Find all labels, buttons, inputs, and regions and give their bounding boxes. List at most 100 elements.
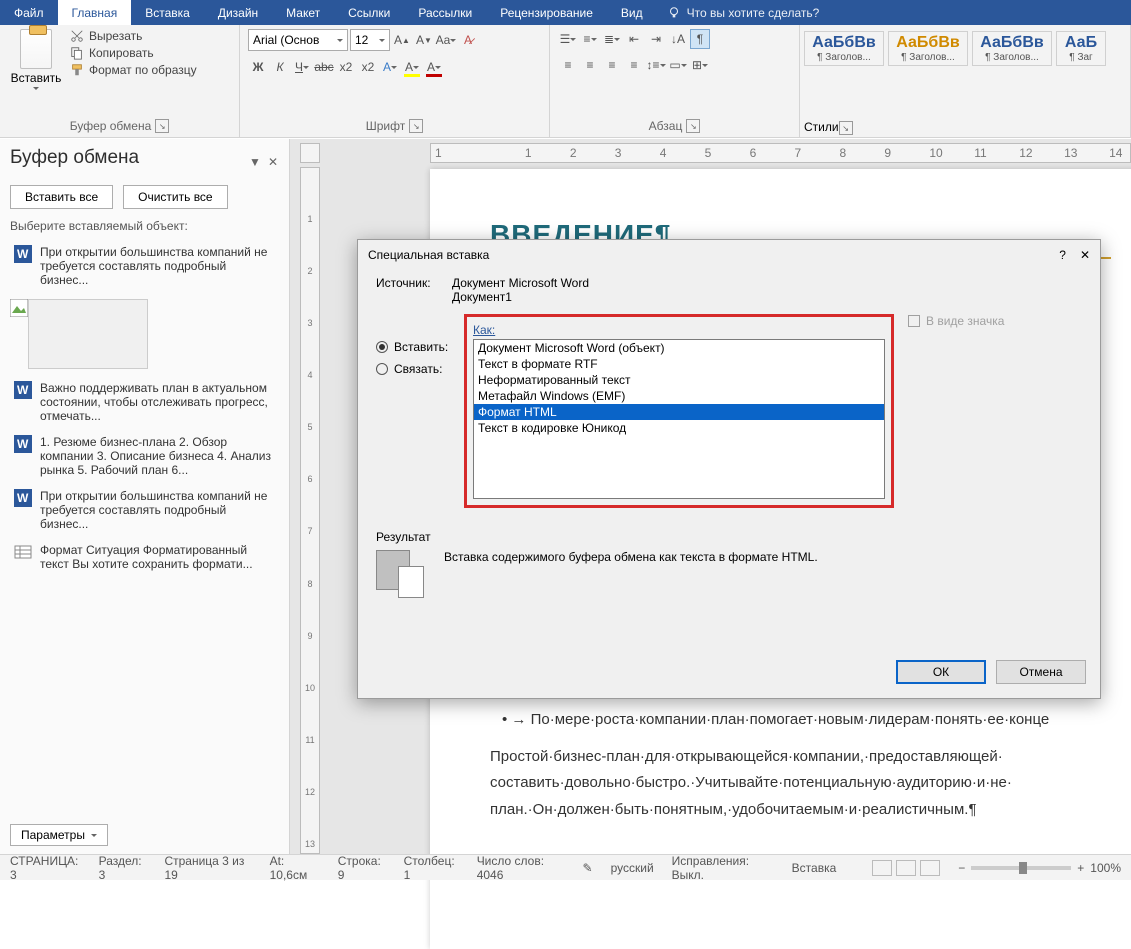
paste-radio[interactable]: Вставить: [376,340,456,354]
bold-button[interactable]: Ж [248,57,268,77]
clipboard-item[interactable]: W При открытии большинства компаний не т… [10,239,279,293]
borders-button[interactable]: ⊞ [690,55,710,75]
clipboard-item[interactable]: W 1. Резюме бизнес-плана 2. Обзор компан… [10,429,279,483]
italic-button[interactable]: К [270,57,290,77]
grow-font-button[interactable]: A▲ [392,30,412,50]
font-launcher[interactable]: ↘ [409,119,423,133]
zoom-level[interactable]: 100% [1090,861,1121,875]
status-insert[interactable]: Вставка [792,861,837,875]
sort-button[interactable]: ↓A [668,29,688,49]
multilevel-button[interactable]: ≣ [602,29,622,49]
tab-home[interactable]: Главная [58,0,132,25]
line-spacing-button[interactable]: ↕≡ [646,55,666,75]
paragraph-launcher[interactable]: ↘ [686,119,700,133]
styles-gallery[interactable]: АаБбВв¶ Заголов... АаБбВв¶ Заголов... Аа… [804,31,1126,66]
font-size-combo[interactable]: 12 [350,29,390,51]
cut-button[interactable]: Вырезать [70,29,197,43]
format-painter-button[interactable]: Формат по образцу [70,63,197,77]
print-layout-button[interactable] [896,860,916,876]
highlight-button[interactable]: A [402,57,422,77]
horizontal-ruler[interactable]: 11234567891011121314 [430,143,1131,163]
clipboard-item[interactable]: Формат Ситуация Форматированный текст Вы… [10,537,279,577]
ok-button[interactable]: ОК [896,660,986,684]
status-page[interactable]: СТРАНИЦА: 3 [10,854,81,882]
vertical-ruler[interactable]: 12345678910111213 [300,167,320,854]
taskpane-options-button[interactable]: Параметры [10,824,108,846]
format-option[interactable]: Текст в кодировке Юникод [474,420,884,436]
read-mode-button[interactable] [872,860,892,876]
zoom-out-button[interactable]: − [958,861,965,875]
subscript-button[interactable]: x2 [336,57,356,77]
show-marks-button[interactable]: ¶ [690,29,710,49]
document-text: план.·Он·должен·быть·понятным,·удобочита… [490,799,1111,822]
format-listbox[interactable]: Документ Microsoft Word (объект)Текст в … [473,339,885,499]
status-lang[interactable]: русский [611,861,654,875]
align-left-button[interactable]: ≡ [558,55,578,75]
status-at[interactable]: At: 10,6см [270,854,320,882]
status-words[interactable]: Число слов: 4046 [477,854,565,882]
indent-left-button[interactable]: ⇤ [624,29,644,49]
taskpane-close-button[interactable]: ✕ [267,156,279,168]
clear-all-button[interactable]: Очистить все [123,185,227,209]
clipboard-launcher[interactable]: ↘ [155,119,169,133]
style-heading-3[interactable]: АаБбВв¶ Заголов... [972,31,1052,66]
zoom-slider[interactable] [971,866,1071,870]
status-line[interactable]: Строка: 9 [338,854,386,882]
ruler-corner[interactable] [300,143,320,163]
copy-button[interactable]: Копировать [70,46,197,60]
tab-references[interactable]: Ссылки [334,0,404,25]
font-color-button[interactable]: A [424,57,444,77]
paste-all-button[interactable]: Вставить все [10,185,113,209]
dialog-help-button[interactable]: ? [1059,248,1066,262]
justify-button[interactable]: ≡ [624,55,644,75]
strikethrough-button[interactable]: abc [314,57,334,77]
web-layout-button[interactable] [920,860,940,876]
underline-button[interactable]: Ч [292,57,312,77]
styles-launcher[interactable]: ↘ [839,121,853,135]
text-effects-button[interactable]: A [380,57,400,77]
clear-formatting-button[interactable]: A̷ [458,30,478,50]
bullets-button[interactable]: ☰ [558,29,578,49]
cancel-button[interactable]: Отмена [996,660,1086,684]
change-case-button[interactable]: Aa [436,30,456,50]
dialog-close-button[interactable]: ✕ [1080,248,1090,262]
format-option[interactable]: Формат HTML [474,404,884,420]
tab-view[interactable]: Вид [607,0,657,25]
font-name-combo[interactable]: Arial (Основ [248,29,348,51]
style-heading-1[interactable]: АаБбВв¶ Заголов... [804,31,884,66]
style-heading-2[interactable]: АаБбВв¶ Заголов... [888,31,968,66]
status-page-of[interactable]: Страница 3 из 19 [164,854,251,882]
tab-insert[interactable]: Вставка [131,0,204,25]
shrink-font-button[interactable]: A▼ [414,30,434,50]
format-option[interactable]: Метафайл Windows (EMF) [474,388,884,404]
tab-mailings[interactable]: Рассылки [404,0,486,25]
paste-button[interactable]: Вставить [8,29,64,90]
format-option[interactable]: Документ Microsoft Word (объект) [474,340,884,356]
clipboard-item-preview[interactable] [36,299,279,369]
clipboard-item[interactable]: W Важно поддерживать план в актуальном с… [10,375,279,429]
align-right-button[interactable]: ≡ [602,55,622,75]
tab-design[interactable]: Дизайн [204,0,272,25]
style-heading-4[interactable]: АаБ¶ Заг [1056,31,1106,66]
tab-file[interactable]: Файл [0,0,58,25]
tab-layout[interactable]: Макет [272,0,334,25]
tab-review[interactable]: Рецензирование [486,0,607,25]
tell-me-search[interactable]: Что вы хотите сделать? [657,0,830,25]
superscript-button[interactable]: x2 [358,57,378,77]
shading-button[interactable]: ▭ [668,55,688,75]
status-section[interactable]: Раздел: 3 [99,854,147,882]
proofing-icon[interactable]: ✎ [583,861,593,875]
link-radio[interactable]: Связать: [376,362,456,376]
status-col[interactable]: Столбец: 1 [404,854,459,882]
format-option[interactable]: Неформатированный текст [474,372,884,388]
view-switcher[interactable] [872,860,940,876]
numbering-button[interactable]: ≡ [580,29,600,49]
clipboard-item[interactable]: W При открытии большинства компаний не т… [10,483,279,537]
word-doc-icon: W [14,435,32,453]
status-track[interactable]: Исправления: Выкл. [672,854,774,882]
align-center-button[interactable]: ≡ [580,55,600,75]
format-option[interactable]: Текст в формате RTF [474,356,884,372]
taskpane-menu-button[interactable]: ▼ [249,156,261,168]
zoom-in-button[interactable]: + [1077,861,1084,875]
indent-right-button[interactable]: ⇥ [646,29,666,49]
